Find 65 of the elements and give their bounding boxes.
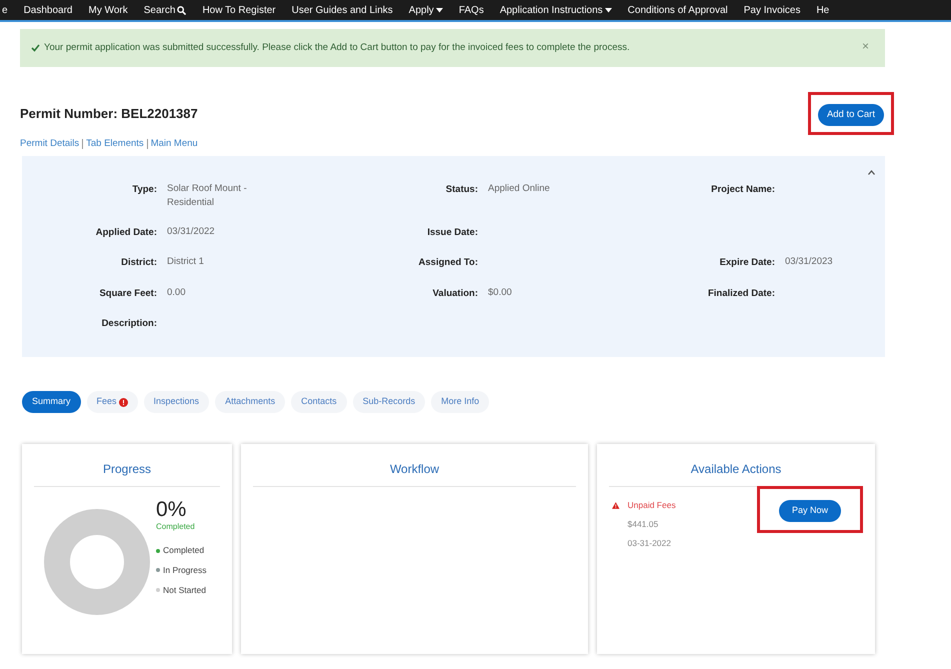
nav-link[interactable]: FAQs xyxy=(458,2,484,18)
legend-label: Not Started xyxy=(163,584,206,596)
tab[interactable]: Inspections xyxy=(144,391,210,414)
collapse-icon[interactable] xyxy=(868,170,875,176)
field-value: 03/31/2023 xyxy=(785,255,834,270)
search-icon xyxy=(177,6,186,14)
field-value: Applied Online xyxy=(488,182,551,196)
nav-link[interactable]: Application Instructions xyxy=(500,2,612,18)
legend-label: In Progress xyxy=(163,564,206,577)
field-label: Assigned To: xyxy=(418,256,478,270)
field-label: Applied Date: xyxy=(94,226,157,240)
card-title: Workflow xyxy=(253,460,576,488)
percent-caption: Completed xyxy=(156,521,196,534)
nav-link[interactable]: My Work xyxy=(88,2,128,18)
alert-message: Your permit application was submitted successfully. Please click the Add to Cart button to pay for the invoiced fees to complete the process. xyxy=(44,40,630,55)
nav-link[interactable]: Pay Invoices xyxy=(744,2,800,18)
field-label: District: xyxy=(120,256,157,270)
field-label: Expire Date: xyxy=(718,256,775,270)
percent-value: 0% xyxy=(156,499,188,522)
nav-link[interactable]: Dashboard xyxy=(24,2,72,18)
field-label: Project Name: xyxy=(710,183,775,198)
nav-link[interactable]: Conditions of Approval xyxy=(628,2,728,18)
field-label: Type: xyxy=(131,183,157,198)
nav-link[interactable]: He xyxy=(816,2,830,18)
nav-link[interactable]: e xyxy=(2,2,8,18)
alert-icon xyxy=(118,398,128,407)
caret-icon xyxy=(604,8,612,12)
field-label: Valuation: xyxy=(432,286,478,301)
nav-link[interactable]: User Guides and Links xyxy=(292,2,393,18)
tab[interactable]: Sub-Records xyxy=(352,391,426,414)
check-icon xyxy=(31,44,40,52)
field-value: Solar Roof Mount - Residential xyxy=(167,182,248,210)
action-date: 03-31-2022 xyxy=(628,536,672,550)
breadcrumb-link[interactable]: Main Menu xyxy=(146,139,198,150)
close-button[interactable]: × xyxy=(862,37,869,55)
nav-link[interactable]: How To Register xyxy=(202,2,276,18)
pay-now-button[interactable]: Pay Now xyxy=(778,500,841,522)
add-to-cart-button[interactable]: Add to Cart xyxy=(818,104,884,126)
tab[interactable]: Fees xyxy=(86,391,138,414)
field-value: District 1 xyxy=(167,255,205,270)
action-amount: $441.05 xyxy=(628,518,660,531)
caret-icon xyxy=(436,8,443,12)
warning-icon xyxy=(612,501,620,510)
nav-link[interactable]: Search xyxy=(144,2,186,18)
field-value: 03/31/2022 xyxy=(167,225,216,240)
action-title: Unpaid Fees xyxy=(628,499,677,512)
permit-number: Permit Number: BEL2201387 xyxy=(20,104,198,123)
breadcrumb-link[interactable]: Permit Details xyxy=(20,139,80,150)
field-label: Description: xyxy=(100,316,157,331)
field-value: 0.00 xyxy=(167,286,186,300)
field-label: Finalized Date: xyxy=(706,286,775,301)
tab[interactable]: More Info xyxy=(431,391,490,414)
field-label: Square Feet: xyxy=(98,286,157,301)
breadcrumb-link[interactable]: Tab Elements xyxy=(82,139,144,150)
card-title: Progress xyxy=(34,460,220,488)
card-title: Available Actions xyxy=(609,460,863,488)
tab[interactable]: Attachments xyxy=(215,391,286,414)
field-label: Issue Date: xyxy=(426,226,478,240)
nav-link[interactable]: Apply xyxy=(408,2,443,18)
field-label: Status: xyxy=(444,183,478,198)
field-value: $0.00 xyxy=(488,286,513,300)
tab[interactable]: Summary xyxy=(22,391,81,414)
donut-chart-icon xyxy=(44,509,150,616)
legend-label: Completed xyxy=(163,544,204,557)
tab[interactable]: Contacts xyxy=(291,391,347,414)
